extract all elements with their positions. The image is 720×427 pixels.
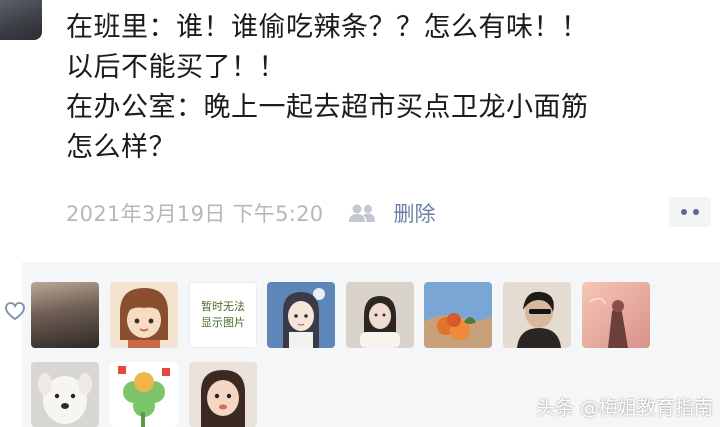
more-actions-button[interactable] <box>669 197 711 227</box>
watermark: 头条 @梅姐教育指南 <box>536 397 714 419</box>
post-line: 在办公室：晚上一起去超市买点卫龙小面筋 <box>66 92 589 123</box>
group-visibility-icon[interactable] <box>347 202 377 224</box>
liker-text-line: 暂时无法 <box>201 300 245 313</box>
post-timestamp: 2021年3月19日 下午5:20 <box>66 202 324 226</box>
liker-avatar[interactable] <box>31 282 99 348</box>
liker-avatar[interactable] <box>189 362 257 427</box>
dot-icon <box>693 209 699 215</box>
post-content: 在班里：谁！谁偷吃辣条？？怎么有味！！ 以后不能买了！！ 在办公室：晚上一起去超… <box>66 8 716 168</box>
post-line: 怎么样？ <box>66 132 176 163</box>
post-line: 在班里：谁！谁偷吃辣条？？怎么有味！！ <box>66 12 589 43</box>
post-meta: 2021年3月19日 下午5:20 删除 <box>66 196 435 230</box>
liker-avatar[interactable] <box>110 362 178 427</box>
liker-avatar[interactable] <box>424 282 492 348</box>
liker-avatar[interactable] <box>503 282 571 348</box>
post-line: 以后不能买了！！ <box>66 52 286 83</box>
liker-avatar-text[interactable]: 暂时无法 显示图片 <box>189 282 257 348</box>
liker-avatar[interactable] <box>110 282 178 348</box>
heart-icon <box>5 302 25 321</box>
dot-icon <box>681 209 687 215</box>
liker-avatar[interactable] <box>346 282 414 348</box>
liker-text-line: 显示图片 <box>201 316 245 329</box>
liker-avatar[interactable] <box>31 362 99 427</box>
liker-avatar[interactable] <box>267 282 335 348</box>
liker-avatar[interactable] <box>582 282 650 348</box>
poster-avatar[interactable] <box>0 0 42 40</box>
delete-link[interactable]: 删除 <box>393 198 435 228</box>
